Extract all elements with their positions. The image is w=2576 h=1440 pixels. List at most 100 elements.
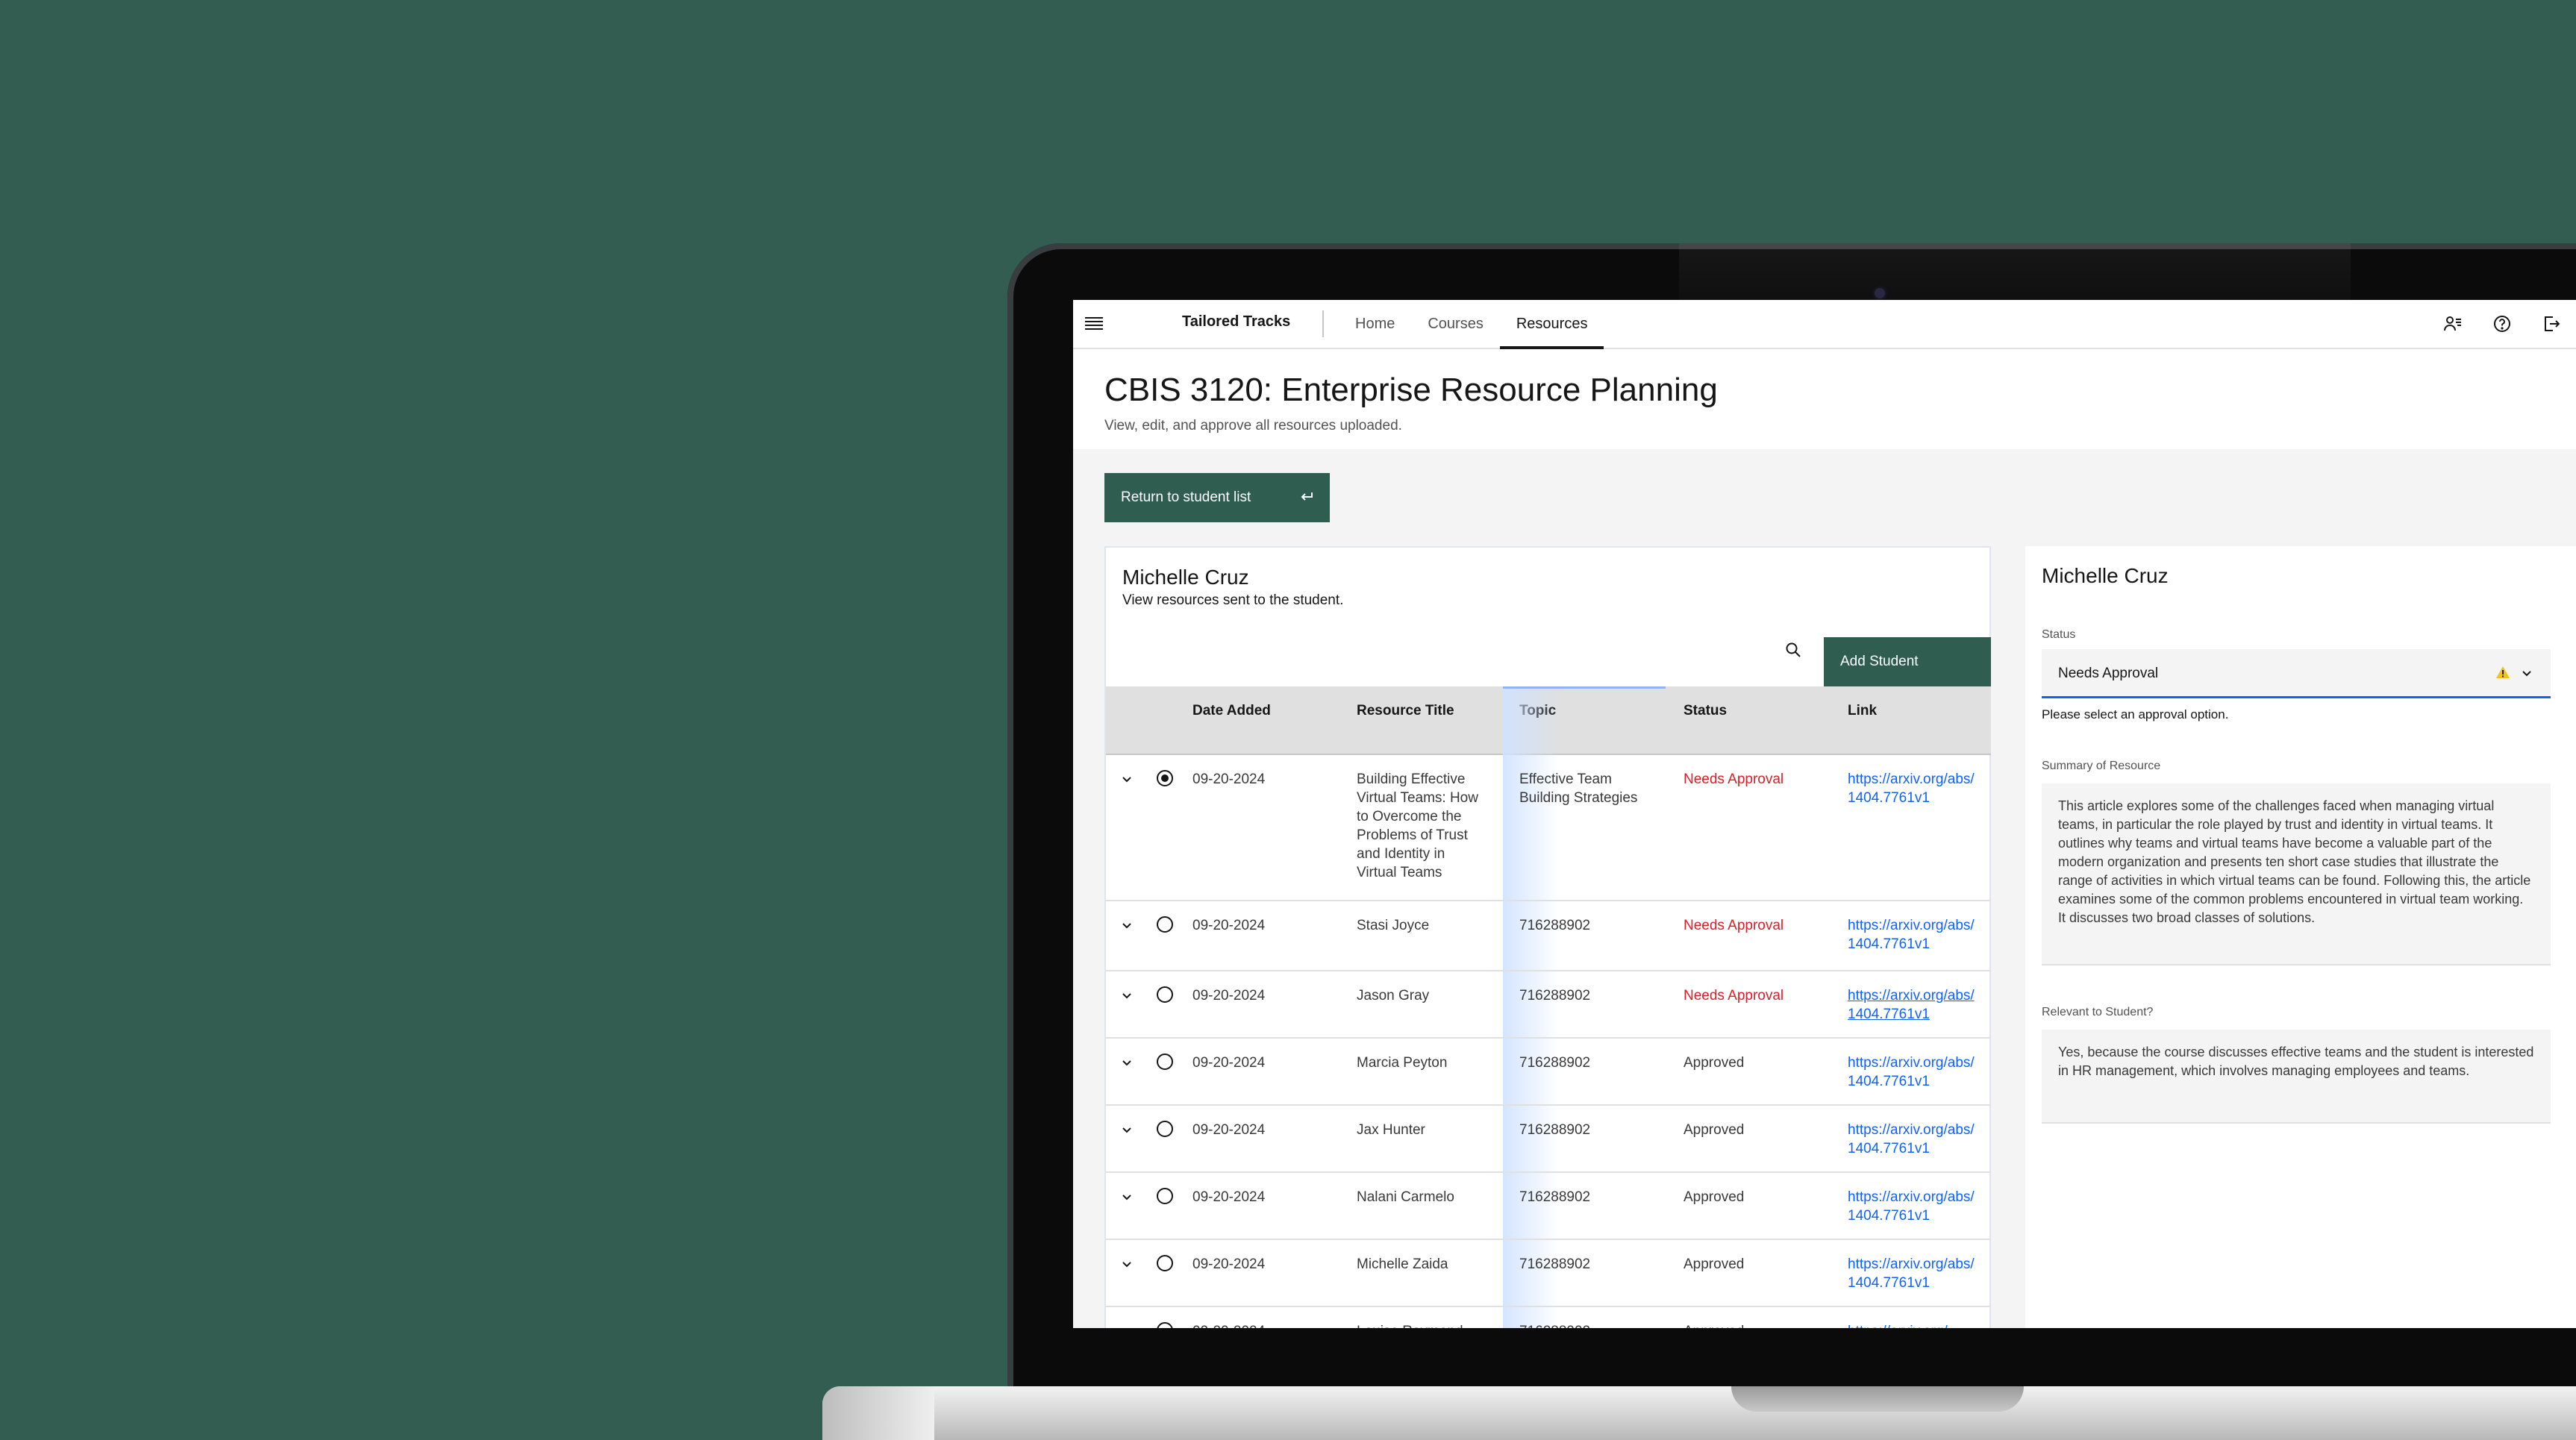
row-radio[interactable] — [1157, 1121, 1173, 1137]
cell-title: Nalani Carmelo — [1357, 1189, 1454, 1205]
help-icon[interactable] — [2477, 300, 2527, 348]
header-actions — [2428, 300, 2576, 348]
row-radio[interactable] — [1157, 986, 1173, 1003]
cell-date: 09-20-2024 — [1192, 918, 1266, 933]
cell-title: Stasi Joyce — [1357, 918, 1430, 933]
app-name[interactable]: Tailored Tracks — [1182, 313, 1290, 331]
nav-home[interactable]: Home — [1339, 300, 1411, 348]
cell-date: 09-20-2024 — [1192, 1322, 1265, 1328]
detail-student-name: Michelle Cruz — [2042, 564, 2169, 587]
cell-date: 09-20-2024 — [1192, 988, 1266, 1004]
cell-title: Michelle Zaida — [1357, 1256, 1448, 1272]
table-row[interactable]: 09-20-2024 Nalani Carmelo 716288902 Appr… — [1106, 1173, 1991, 1240]
cell-link[interactable]: https://arxiv.org/abs/1404.7761v1 — [1848, 1121, 1975, 1158]
col-status[interactable]: Status — [1684, 703, 1727, 719]
student-name: Michelle Cruz — [1122, 566, 1249, 589]
row-radio[interactable] — [1157, 770, 1173, 786]
cell-status: Approved — [1684, 1055, 1745, 1071]
status-label: Status — [2042, 628, 2076, 641]
cell-link[interactable]: https://arxiv.org/abs/1404.7761v1 — [1848, 986, 1975, 1024]
cell-link[interactable]: https://arxiv.org/abs/1404.7761v1 — [1848, 1188, 1975, 1225]
cell-status: Needs Approval — [1684, 918, 1784, 933]
expand-chevron-icon[interactable] — [1121, 1191, 1133, 1206]
expand-chevron-icon[interactable] — [1121, 1325, 1133, 1328]
nav-courses[interactable]: Courses — [1411, 300, 1499, 348]
chevron-down-icon — [2521, 667, 2533, 683]
menu-icon[interactable] — [1085, 315, 1103, 333]
expand-chevron-icon[interactable] — [1121, 1124, 1133, 1139]
table-row[interactable]: 09-20-2024 Stasi Joyce 716288902 Needs A… — [1106, 901, 1991, 971]
expand-chevron-icon[interactable] — [1121, 919, 1133, 935]
header-divider — [1322, 310, 1324, 337]
cell-date: 09-20-2024 — [1192, 1189, 1266, 1205]
laptop-base — [822, 1386, 2576, 1440]
table-header: Date Added Resource Title Topic Status L… — [1106, 686, 1991, 755]
screen: Tailored Tracks Home Courses Resources C… — [1073, 300, 2576, 1328]
row-radio[interactable] — [1157, 1255, 1173, 1271]
cell-date: 09-20-2024 — [1192, 1256, 1266, 1272]
table-row[interactable]: 09-20-2024 Building Effective Virtual Te… — [1106, 755, 1991, 901]
cell-topic: 716288902 — [1519, 1122, 1591, 1138]
expand-chevron-icon[interactable] — [1121, 1056, 1133, 1072]
cell-status: Needs Approval — [1684, 988, 1784, 1004]
page-heading: CBIS 3120: Enterprise Resource Planning … — [1073, 349, 2576, 449]
resources-table-panel: Michelle Cruz View resources sent to the… — [1104, 546, 1991, 1328]
user-list-icon[interactable] — [2428, 300, 2477, 348]
table-row[interactable]: 09-20-2024 Michelle Zaida 716288902 Appr… — [1106, 1240, 1991, 1307]
summary-textarea[interactable]: This article explores some of the challe… — [2042, 783, 2551, 965]
expand-chevron-icon[interactable] — [1121, 773, 1133, 789]
row-radio[interactable] — [1157, 916, 1173, 933]
cell-topic: 716288902 — [1519, 1189, 1591, 1205]
search-icon[interactable] — [1785, 642, 1801, 662]
table-description: View resources sent to the student. — [1122, 592, 1344, 608]
table-row[interactable]: 09-20-2024 Jax Hunter 716288902 Approved… — [1106, 1106, 1991, 1173]
cell-link[interactable]: https://arxiv.org/abs/1404.7761v1 — [1848, 916, 1975, 954]
cell-topic: 716288902 — [1519, 988, 1591, 1004]
cell-status: Approved — [1684, 1322, 1744, 1328]
app-header: Tailored Tracks Home Courses Resources — [1073, 300, 2576, 349]
col-resource-title[interactable]: Resource Title — [1357, 703, 1454, 719]
cell-status: Approved — [1684, 1189, 1745, 1205]
row-radio[interactable] — [1157, 1054, 1173, 1070]
cell-title: Louise Raymond — [1357, 1322, 1463, 1328]
cell-link[interactable]: https://arxiv.org/abs/1404.7761v1 — [1848, 1054, 1975, 1091]
cell-status: Approved — [1684, 1122, 1745, 1138]
table-row[interactable]: 09-20-2024 Jason Gray 716288902 Needs Ap… — [1106, 971, 1991, 1039]
status-helper-text: Please select an approval option. — [2042, 707, 2229, 721]
col-date-added[interactable]: Date Added — [1192, 703, 1271, 719]
page-title: CBIS 3120: Enterprise Resource Planning — [1104, 372, 1718, 408]
table-row[interactable]: 09-20-2024 Marcia Peyton 716288902 Appro… — [1106, 1039, 1991, 1106]
relevant-textarea[interactable]: Yes, because the course discusses effect… — [2042, 1030, 2551, 1124]
nav-resources[interactable]: Resources — [1499, 300, 1604, 349]
cell-status: Needs Approval — [1684, 771, 1784, 787]
cell-link[interactable]: https://arxiv.org/ — [1848, 1322, 1975, 1328]
cell-status: Approved — [1684, 1256, 1745, 1272]
cell-topic: 716288902 — [1519, 1256, 1591, 1272]
resource-detail-panel: Michelle Cruz Status Needs Approval Plea… — [2025, 546, 2576, 1328]
cell-topic: Effective Team Building Strategies — [1519, 771, 1638, 806]
cell-link[interactable]: https://arxiv.org/abs/1404.7761v1 — [1848, 1255, 1975, 1292]
return-to-student-list-button[interactable]: Return to student list — [1104, 473, 1330, 522]
laptop-notch — [1731, 1386, 2024, 1412]
status-dropdown[interactable]: Needs Approval — [2042, 649, 2551, 698]
cell-topic: 716288902 — [1519, 918, 1591, 933]
cell-link[interactable]: https://arxiv.org/abs/1404.7761v1 — [1848, 770, 1975, 807]
col-topic[interactable]: Topic — [1519, 703, 1556, 719]
table-row[interactable]: 09-20-2024 Louise Raymond 716288902 Appr… — [1106, 1307, 1991, 1328]
col-link[interactable]: Link — [1848, 703, 1877, 719]
row-radio[interactable] — [1157, 1322, 1173, 1328]
add-student-button[interactable]: Add Student — [1824, 637, 1991, 686]
main-nav: Home Courses Resources — [1339, 300, 1604, 349]
row-radio[interactable] — [1157, 1188, 1173, 1204]
return-button-label: Return to student list — [1121, 489, 1251, 505]
expand-chevron-icon[interactable] — [1121, 1258, 1133, 1274]
cell-title: Jax Hunter — [1357, 1122, 1425, 1138]
cell-title: Building Effective Virtual Teams: How to… — [1357, 771, 1478, 880]
page-subtitle: View, edit, and approve all resources up… — [1104, 418, 1402, 433]
expand-chevron-icon[interactable] — [1121, 989, 1133, 1005]
cell-title: Jason Gray — [1357, 988, 1430, 1004]
summary-label: Summary of Resource — [2042, 760, 2161, 772]
warning-icon — [2495, 666, 2510, 683]
cell-date: 09-20-2024 — [1192, 1055, 1266, 1071]
logout-icon[interactable] — [2527, 300, 2576, 348]
